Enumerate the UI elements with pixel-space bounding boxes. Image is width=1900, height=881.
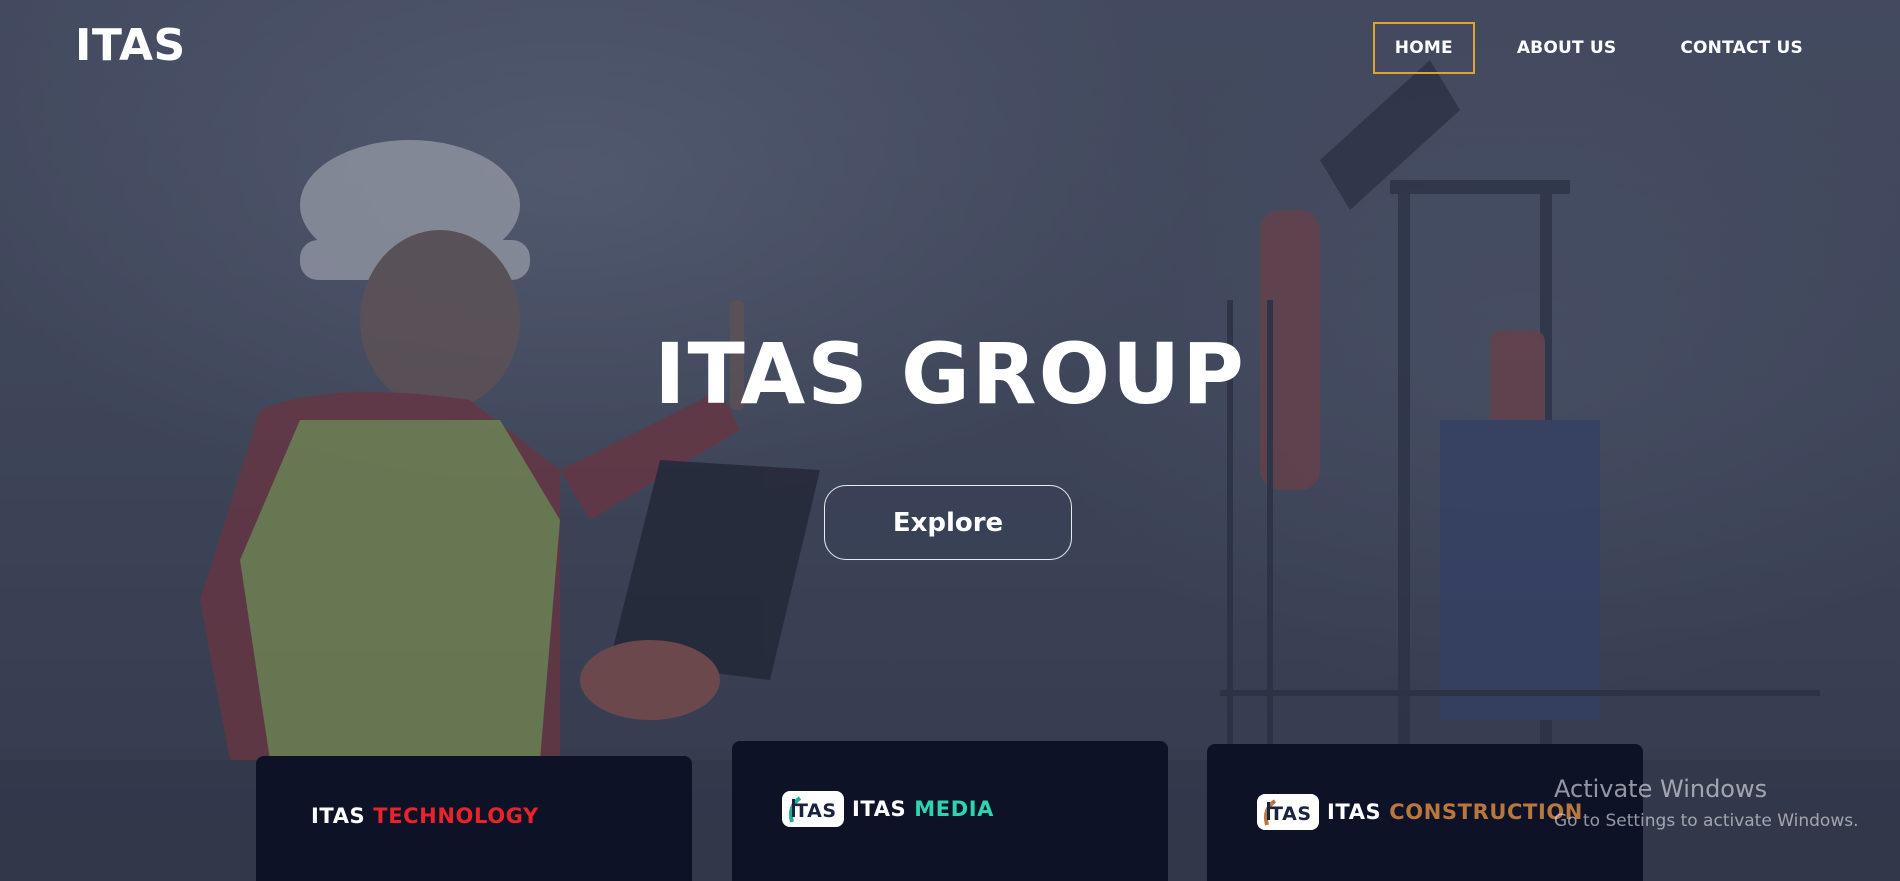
windows-activation-watermark: Activate Windows Go to Settings to activ…	[1554, 775, 1859, 831]
svg-text:TAS: TAS	[1270, 803, 1312, 825]
explore-button[interactable]: Explore	[824, 485, 1072, 560]
site-logo[interactable]: ITAS	[75, 20, 186, 71]
itas-logo-icon: TAS	[1257, 794, 1319, 830]
landing-page: ITAS HOME ABOUT US CONTACT US ITAS GROUP…	[0, 0, 1900, 881]
nav-item-contact-us[interactable]: CONTACT US	[1658, 22, 1825, 74]
card-itas-media[interactable]: TAS ITAS MEDIA	[732, 741, 1168, 881]
card-accent-label: TECHNOLOGY	[373, 804, 539, 828]
card-prefix: ITAS	[852, 797, 907, 821]
main-nav: HOME ABOUT US CONTACT US	[1372, 22, 1825, 74]
watermark-subtitle: Go to Settings to activate Windows.	[1554, 811, 1859, 831]
card-heading: ITAS TECHNOLOGY	[311, 804, 539, 828]
card-accent-label: MEDIA	[914, 797, 995, 821]
svg-text:TAS: TAS	[795, 800, 837, 822]
watermark-title: Activate Windows	[1554, 775, 1768, 803]
card-itas-technology[interactable]: ITAS TECHNOLOGY	[256, 756, 692, 881]
itas-logo-icon: TAS	[782, 791, 844, 827]
hero-title: ITAS GROUP	[654, 325, 1246, 423]
nav-item-home[interactable]: HOME	[1372, 22, 1475, 74]
card-prefix: ITAS	[1327, 800, 1382, 824]
card-prefix: ITAS	[311, 804, 366, 828]
card-heading: TAS ITAS CONSTRUCTION	[1257, 794, 1583, 830]
card-heading: TAS ITAS MEDIA	[782, 791, 994, 827]
nav-item-about-us[interactable]: ABOUT US	[1495, 22, 1639, 74]
